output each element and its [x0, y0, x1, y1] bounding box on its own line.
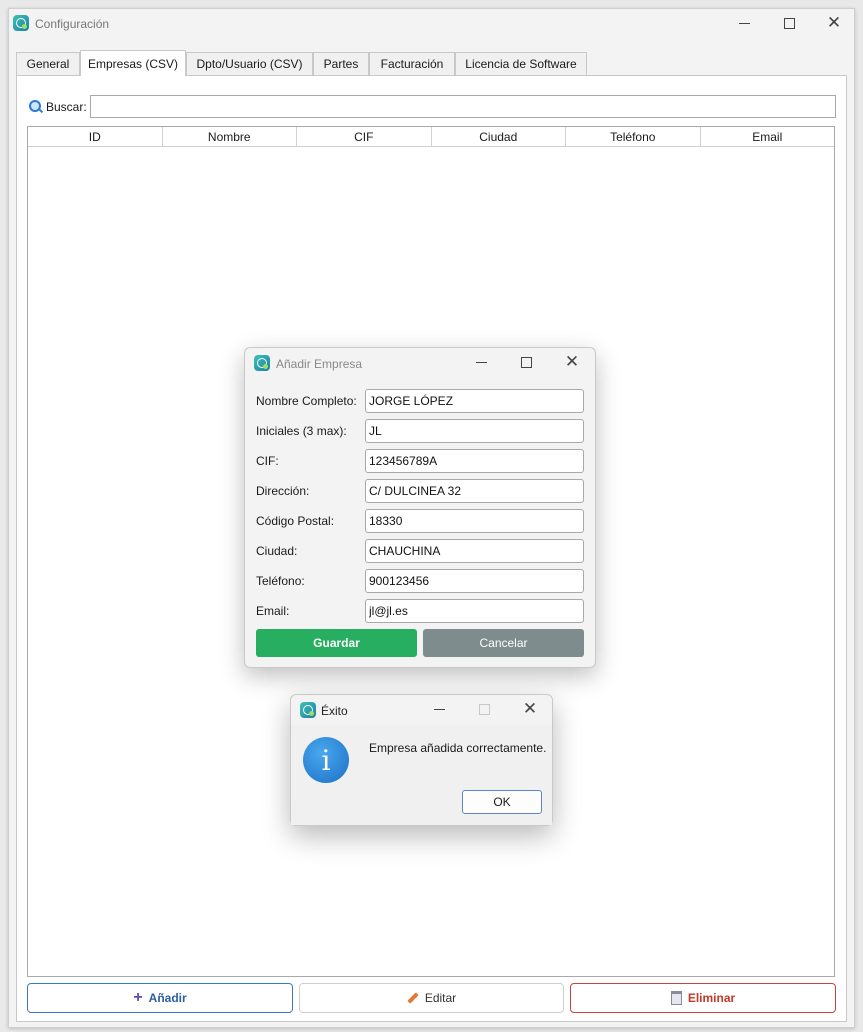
app-icon — [300, 702, 316, 718]
tab-general[interactable]: General — [16, 52, 80, 75]
tab-dpto-usuario[interactable]: Dpto/Usuario (CSV) — [186, 52, 313, 75]
save-button[interactable]: Guardar — [256, 629, 417, 657]
ciudad-input[interactable] — [365, 539, 584, 563]
trash-icon — [670, 991, 682, 1005]
search-icon — [29, 100, 41, 112]
form-row-cif: CIF: — [256, 449, 584, 473]
form-row-direccion: Dirección: — [256, 479, 584, 503]
column-header-email[interactable]: Email — [701, 127, 835, 146]
codigo-postal-label: Código Postal: — [256, 514, 335, 528]
dialog-titlebar[interactable]: Añadir Empresa ✕ — [245, 348, 595, 378]
msgbox-titlebar[interactable]: Éxito ✕ — [291, 695, 552, 725]
direccion-label: Dirección: — [256, 484, 310, 498]
msgbox-title: Éxito — [321, 704, 348, 718]
app-icon — [13, 15, 29, 31]
plus-icon: + — [133, 989, 143, 1006]
info-icon: i — [303, 737, 349, 783]
form-row-nombre: Nombre Completo: — [256, 389, 584, 413]
app-icon — [254, 355, 270, 371]
main-titlebar[interactable]: Configuración ✕ — [9, 9, 854, 39]
close-icon: ✕ — [826, 12, 842, 33]
msgbox-minimize-button[interactable] — [424, 698, 454, 720]
maximize-icon — [783, 17, 795, 29]
codigo-postal-input[interactable] — [365, 509, 584, 533]
form-row-codigo-postal: Código Postal: — [256, 509, 584, 533]
pencil-icon — [407, 992, 419, 1004]
nombre-label: Nombre Completo: — [256, 394, 357, 408]
edit-button-label: Editar — [424, 991, 457, 1005]
success-message-box: Éxito ✕ i Empresa añadida correctamente.… — [290, 694, 553, 826]
column-header-cif[interactable]: CIF — [297, 127, 432, 146]
maximize-icon — [520, 356, 532, 368]
add-button[interactable]: + Añadir — [27, 983, 293, 1013]
tab-licencia[interactable]: Licencia de Software — [455, 52, 587, 75]
maximize-button[interactable] — [774, 12, 804, 34]
direccion-input[interactable] — [365, 479, 584, 503]
iniciales-input[interactable] — [365, 419, 584, 443]
nombre-input[interactable] — [365, 389, 584, 413]
form-row-telefono: Teléfono: — [256, 569, 584, 593]
email-label: Email: — [256, 604, 290, 618]
column-header-nombre[interactable]: Nombre — [163, 127, 297, 146]
msgbox-body: i Empresa añadida correctamente. OK — [291, 725, 552, 825]
add-company-dialog: Añadir Empresa ✕ Nombre Completo: Inicia… — [244, 347, 596, 668]
form-row-ciudad: Ciudad: — [256, 539, 584, 563]
delete-button[interactable]: Eliminar — [570, 983, 836, 1013]
msgbox-maximize-button — [469, 698, 499, 720]
minimize-icon — [433, 708, 445, 710]
add-button-label: Añadir — [148, 991, 187, 1005]
ciudad-label: Ciudad: — [256, 544, 298, 558]
dialog-maximize-button[interactable] — [511, 351, 541, 373]
delete-button-label: Eliminar — [687, 991, 736, 1005]
email-input[interactable] — [365, 599, 584, 623]
maximize-icon — [478, 703, 490, 715]
msgbox-message: Empresa añadida correctamente. — [369, 741, 547, 755]
window-title: Configuración — [35, 17, 110, 31]
column-header-ciudad[interactable]: Ciudad — [432, 127, 566, 146]
tab-empresas[interactable]: Empresas (CSV) — [80, 50, 186, 76]
ok-button[interactable]: OK — [462, 790, 542, 814]
msgbox-close-button[interactable]: ✕ — [515, 698, 545, 720]
close-icon: ✕ — [564, 351, 580, 372]
cif-label: CIF: — [256, 454, 279, 468]
minimize-icon — [475, 361, 487, 363]
dialog-title: Añadir Empresa — [276, 357, 363, 371]
form-row-iniciales: Iniciales (3 max): — [256, 419, 584, 443]
dialog-close-button[interactable]: ✕ — [557, 351, 587, 373]
cancel-button[interactable]: Cancelar — [423, 629, 584, 657]
close-icon: ✕ — [522, 698, 538, 719]
column-header-telefono[interactable]: Teléfono — [566, 127, 701, 146]
minimize-icon — [738, 22, 750, 24]
telefono-input[interactable] — [365, 569, 584, 593]
iniciales-label: Iniciales (3 max): — [256, 424, 347, 438]
edit-button[interactable]: Editar — [299, 983, 564, 1013]
search-input[interactable] — [90, 95, 836, 118]
tab-facturacion[interactable]: Facturación — [369, 52, 455, 75]
search-label: Buscar: — [46, 100, 87, 114]
telefono-label: Teléfono: — [256, 574, 305, 588]
form-row-email: Email: — [256, 599, 584, 623]
tab-partes[interactable]: Partes — [313, 52, 369, 75]
column-header-id[interactable]: ID — [28, 127, 163, 146]
cif-input[interactable] — [365, 449, 584, 473]
minimize-button[interactable] — [729, 12, 759, 34]
close-button[interactable]: ✕ — [819, 12, 849, 34]
dialog-minimize-button[interactable] — [466, 351, 496, 373]
table-header: ID Nombre CIF Ciudad Teléfono Email — [28, 127, 834, 147]
